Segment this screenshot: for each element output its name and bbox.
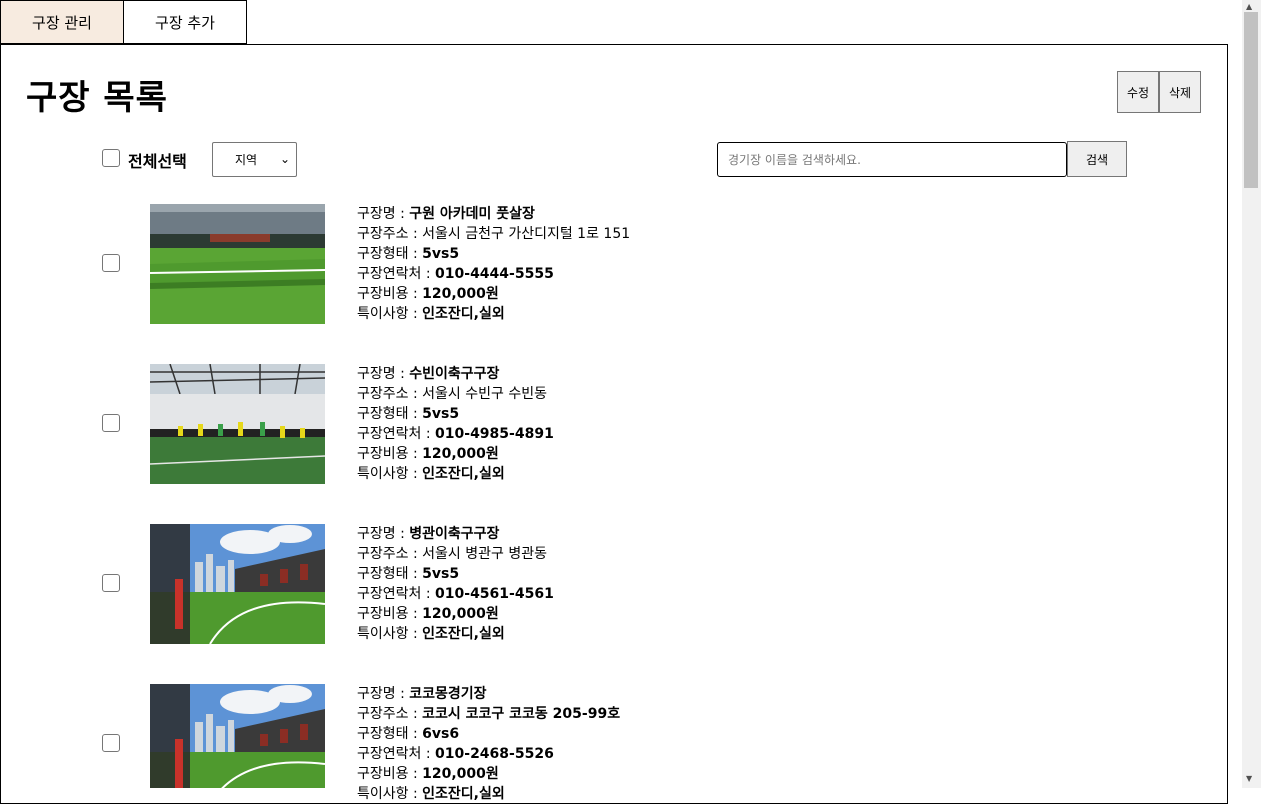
edit-button[interactable]: 수정 (1117, 71, 1159, 113)
region-select-value: 지역 (235, 153, 258, 167)
field-fee: 120,000원 (422, 286, 499, 302)
search-placeholder: 경기장 이름을 검색하세요. (728, 153, 861, 167)
page-title: 구장 목록 (26, 78, 168, 118)
field-image (150, 684, 325, 788)
field-address: 코코시 코코구 코코동 205-99호 (422, 706, 621, 722)
scroll-down-icon[interactable]: ▼ (1246, 774, 1252, 783)
field-address: 서울시 수빈구 수빈동 (422, 386, 547, 402)
field-fee: 120,000원 (422, 606, 499, 622)
field-image (150, 364, 325, 484)
field-contact: 010-4561-4561 (435, 586, 554, 602)
field-address: 서울시 금천구 가산디지털 1로 151 (422, 226, 631, 242)
field-info: 구장명 : 수빈이축구구장 구장주소 : 서울시 수빈구 수빈동 구장형태 : … (357, 366, 554, 482)
field-select-checkbox[interactable] (102, 254, 120, 272)
field-type: 5vs5 (422, 406, 460, 422)
field-name: 구원 아카데미 풋살장 (409, 206, 535, 222)
field-name: 코코몽경기장 (409, 686, 487, 702)
field-notes: 인조잔디,실외 (422, 626, 505, 642)
tab-label: 구장 추가 (155, 13, 215, 32)
tab-field-manage[interactable]: 구장 관리 (0, 0, 124, 44)
search-input[interactable]: 경기장 이름을 검색하세요. (717, 142, 1067, 177)
field-image (150, 204, 325, 324)
field-image (150, 524, 325, 644)
field-notes: 인조잔디,실외 (422, 786, 505, 802)
field-type: 5vs5 (422, 246, 460, 262)
select-all-checkbox[interactable] (102, 149, 120, 167)
chevron-down-icon: ⌄ (279, 152, 290, 166)
tab-label: 구장 관리 (32, 13, 92, 32)
scroll-up-icon[interactable]: ▲ (1246, 2, 1252, 11)
field-fee: 120,000원 (422, 446, 499, 462)
field-type: 6vs6 (422, 726, 460, 742)
field-fee: 120,000원 (422, 766, 499, 782)
scrollbar-thumb[interactable] (1244, 12, 1258, 188)
select-all-label: 전체선택 (128, 152, 187, 171)
field-info: 구장명 : 병관이축구구장 구장주소 : 서울시 병관구 병관동 구장형태 : … (357, 526, 554, 642)
field-name: 수빈이축구구장 (409, 366, 500, 382)
field-select-checkbox[interactable] (102, 574, 120, 592)
field-contact: 010-4985-4891 (435, 426, 554, 442)
field-contact: 010-2468-5526 (435, 746, 554, 762)
tab-field-add[interactable]: 구장 추가 (123, 0, 247, 44)
field-notes: 인조잔디,실외 (422, 306, 505, 322)
field-info: 구장명 : 구원 아카데미 풋살장 구장주소 : 서울시 금천구 가산디지털 1… (357, 206, 631, 322)
field-info: 구장명 : 코코몽경기장 구장주소 : 코코시 코코구 코코동 205-99호 … (357, 686, 621, 802)
field-address: 서울시 병관구 병관동 (422, 546, 547, 562)
field-type: 5vs5 (422, 566, 460, 582)
delete-button[interactable]: 삭제 (1159, 71, 1201, 113)
field-name: 병관이축구구장 (409, 526, 500, 542)
field-notes: 인조잔디,실외 (422, 466, 505, 482)
region-select[interactable]: 지역 ⌄ (212, 142, 297, 177)
field-select-checkbox[interactable] (102, 734, 120, 752)
field-select-checkbox[interactable] (102, 414, 120, 432)
search-button[interactable]: 검색 (1067, 141, 1127, 177)
field-contact: 010-4444-5555 (435, 266, 554, 282)
